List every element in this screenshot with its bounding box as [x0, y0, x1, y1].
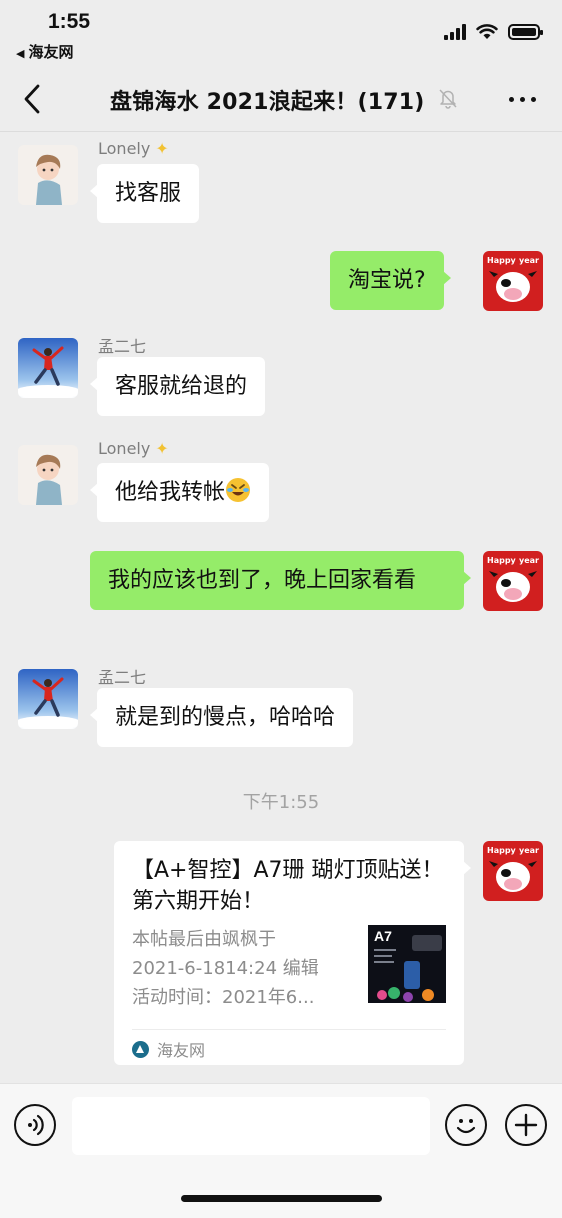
link-card[interactable]: 【A+智控】A7珊 瑚灯顶贴送！第六期开始！ 本帖最后由飒枫于 2021-6-1…: [114, 841, 471, 1065]
chat-title: 盘锦海水 2021浪起来！(171): [110, 90, 425, 115]
emoji-face-icon: [456, 1119, 476, 1134]
svg-text:Happy: Happy: [487, 846, 517, 855]
avatar-meng[interactable]: [18, 338, 78, 398]
link-card-divider: [132, 1029, 446, 1030]
avatar-self-image: Happy year: [483, 551, 543, 611]
link-card-desc-line: 本帖最后由飒枫于: [132, 929, 276, 950]
message-bubble[interactable]: 他给我转帐: [89, 463, 270, 522]
voice-button[interactable]: [14, 1104, 56, 1146]
avatar-self[interactable]: Happy year: [483, 251, 543, 311]
sender-name: Lonely ✦: [98, 139, 169, 158]
svg-text:year: year: [519, 556, 539, 565]
thumbnail-image: [374, 935, 442, 1002]
avatar-self-image: Happy year: [483, 841, 543, 901]
message-text: 他给我转帐: [115, 480, 226, 505]
message-bubble[interactable]: 客服就给退的: [89, 357, 266, 416]
svg-text:Happy: Happy: [487, 556, 517, 565]
sender-name-text: Lonely: [98, 139, 151, 158]
star-icon: ✦: [155, 139, 169, 158]
message-input[interactable]: [72, 1097, 430, 1155]
avatar-meng-image: [18, 669, 78, 729]
sender-name-text: Lonely: [98, 439, 151, 458]
star-icon: ✦: [155, 439, 169, 458]
voice-icon: [28, 1114, 44, 1136]
link-card-title: 【A+智控】A7珊 瑚灯顶贴送！第六期开始！: [132, 858, 444, 914]
battery-icon: [508, 24, 543, 40]
back-triangle-icon: ◀: [16, 47, 25, 60]
svg-text:year: year: [519, 846, 539, 855]
rolling-laughing-emoji: [226, 478, 251, 502]
avatar-self[interactable]: Happy year: [483, 551, 543, 611]
back-to-app-link[interactable]: ◀ 海友网: [16, 41, 73, 62]
back-app-label: 海友网: [28, 43, 74, 61]
back-icon[interactable]: [18, 82, 50, 116]
link-card-description: 本帖最后由飒枫于 2021-6-1814:24 编辑 活动时间：2021年6..…: [132, 925, 352, 1012]
message-bubble-outgoing[interactable]: 我的应该也到了，晚上回家看看: [90, 551, 471, 610]
avatar-lonely-image: [18, 145, 78, 205]
avatar-self[interactable]: Happy year: [483, 841, 543, 901]
sender-name: 孟二七: [98, 668, 147, 687]
message-bubble-outgoing[interactable]: 淘宝说?: [330, 251, 451, 310]
message-text: 客服就给退的: [115, 374, 248, 399]
source-logo-icon: [132, 1040, 149, 1058]
svg-text:Happy: Happy: [487, 256, 517, 265]
message-text: 找客服: [115, 181, 182, 206]
avatar-meng-image: [18, 338, 78, 398]
message-text: 我的应该也到了，晚上回家看看: [108, 568, 417, 593]
message-bubble[interactable]: 就是到的慢点，哈哈哈: [89, 688, 354, 747]
message-timestamp: 下午1:55: [242, 792, 320, 813]
link-card-source: 海友网: [132, 1037, 205, 1061]
more-icon[interactable]: [509, 97, 536, 102]
nav-bar: 盘锦海水 2021浪起来！(171): [0, 66, 562, 132]
message-bubble[interactable]: 找客服: [89, 164, 200, 223]
avatar-lonely[interactable]: [18, 445, 78, 505]
message-text: 淘宝说?: [348, 268, 426, 293]
status-icons: [444, 24, 543, 40]
svg-text:year: year: [519, 256, 539, 265]
avatar-lonely-image: [18, 445, 78, 505]
mute-bell-icon: [439, 89, 457, 109]
sender-name: 孟二七: [98, 337, 147, 356]
link-card-source-name: 海友网: [157, 1041, 206, 1060]
avatar-lonely[interactable]: [18, 145, 78, 205]
emoji-button[interactable]: [445, 1104, 487, 1146]
plus-icon: [514, 1113, 538, 1137]
wifi-icon: [476, 24, 498, 39]
avatar-meng[interactable]: [18, 669, 78, 729]
status-bar: 1:55 ◀ 海友网: [0, 0, 562, 66]
avatar-self-image: Happy year: [483, 251, 543, 311]
signal-icon: [444, 24, 466, 40]
home-indicator[interactable]: [181, 1195, 382, 1202]
link-card-desc-line: 2021-6-1814:24 编辑: [132, 958, 319, 979]
more-functions-button[interactable]: [505, 1104, 547, 1146]
status-time: 1:55: [48, 10, 91, 33]
link-card-thumbnail: A7: [368, 925, 446, 1003]
sender-name: Lonely ✦: [98, 439, 169, 458]
message-text: 就是到的慢点，哈哈哈: [115, 705, 336, 730]
link-card-desc-line: 活动时间：2021年6...: [132, 987, 315, 1008]
